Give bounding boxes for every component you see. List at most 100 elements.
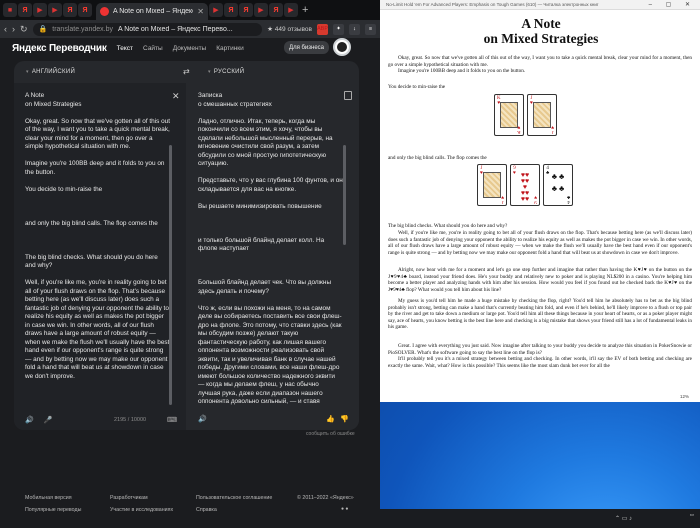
tab-pinned[interactable]: ▶ — [33, 3, 47, 17]
target-language-select[interactable]: ▾ РУССКИЙ — [208, 69, 244, 75]
business-button[interactable]: Для бизнеса — [284, 41, 330, 54]
nav-sites[interactable]: Сайты — [143, 45, 163, 52]
url-page-title: A Note on Mixed – Яндекс Перево... — [117, 25, 233, 33]
card-nine-hearts: 9 ♥ ♥♥ ♥♥ ♥ ♥♥ ♥♥ 9 ♥ — [510, 164, 540, 206]
tab-pinned[interactable]: Я — [78, 3, 92, 17]
reading-progress: 12% — [680, 394, 690, 399]
tab-pinned[interactable]: ▶ — [254, 3, 268, 17]
target-panel: Записка о смешанных стратегиях Ладно, от… — [188, 83, 359, 430]
address-bar: ‹ › ↻ 🔒 translate.yandex.by A Note on Mi… — [0, 20, 380, 38]
card-jack-hearts: J ♥ J ♥ — [477, 164, 507, 206]
extension-icon[interactable]: ✦ — [333, 23, 344, 35]
url-input[interactable]: 🔒 translate.yandex.by A Note on Mixed – … — [32, 22, 263, 36]
source-language-label: АНГЛИЙСКИЙ — [31, 69, 76, 75]
back-icon[interactable]: ‹ — [4, 24, 7, 34]
translation-output: Записка о смешанных стратегиях Ладно, от… — [198, 92, 343, 405]
paragraph: and only the big blind calls. The flop c… — [388, 155, 487, 161]
yandex-translate-logo[interactable]: Яндекс Переводчик — [12, 43, 107, 54]
card-king-hearts: K ♥ K ♥ — [494, 94, 524, 136]
footer-link-popular[interactable]: Популярные переводы — [25, 507, 81, 513]
tray-icons[interactable]: ⌃ ▭ ♪ — [615, 515, 632, 522]
adblock-extension-icon[interactable]: ABP — [317, 23, 328, 35]
window-controls-icon[interactable]: – ▢ ✕ — [649, 1, 696, 8]
speaker-icon[interactable]: 🔊 — [25, 416, 34, 424]
paragraph: Imagine you're 100BB deep and it folds t… — [398, 68, 526, 74]
reload-icon[interactable]: ↻ — [20, 24, 28, 35]
paragraph: You decide to min-raise the — [388, 84, 446, 90]
tab-active[interactable]: A Note on Mixed – Яндекс Перево... ✕ — [96, 3, 208, 20]
jack-face-icon — [483, 172, 501, 198]
yandex-favicon-icon — [100, 7, 109, 16]
source-textarea[interactable]: A Note on Mixed Strategies Okay, great. … — [25, 92, 170, 410]
card-four-clubs: 4 ♣ ♣ ♣ ♣ ♣ 4 ♣ — [543, 164, 573, 206]
download-icon[interactable]: ↓ — [349, 23, 360, 35]
chevron-down-icon: ▾ — [26, 69, 29, 75]
source-scrollbar[interactable] — [169, 145, 172, 405]
swap-languages-icon[interactable]: ⇄ — [183, 67, 190, 76]
chapter-title: A Note on Mixed Strategies — [483, 16, 599, 46]
paragraph: The big blind checks. What should you do… — [388, 223, 508, 229]
reader-title-bar: No-Limit Hold 'em For Advanced Players: … — [380, 0, 700, 10]
thumbs-up-icon[interactable]: 👍 — [326, 415, 335, 423]
tab-pinned[interactable]: ▶ — [48, 3, 62, 17]
card-rank: J ♥ — [501, 194, 504, 204]
reviews-badge[interactable]: ★ 449 отзывов — [267, 25, 312, 33]
footer-link-developers[interactable]: Разработчикам — [110, 495, 173, 501]
tab-pinned[interactable]: ▶ — [209, 3, 223, 17]
tab-pinned[interactable]: Я — [63, 3, 77, 17]
browser-window: ■ Я ▶ ▶ Я Я A Note on Mixed – Яндекс Пер… — [0, 0, 380, 528]
report-error-link[interactable]: сообщить об ошибке — [306, 431, 355, 437]
king-face-icon — [500, 102, 518, 128]
menu-icon[interactable]: ≡ — [365, 23, 376, 35]
screen: ■ Я ▶ ▶ Я Я A Note on Mixed – Яндекс Пер… — [0, 0, 700, 528]
nav-documents[interactable]: Документы — [173, 45, 207, 52]
target-footer: 🔊 👍 👎 — [198, 415, 353, 425]
thumbs-down-icon[interactable]: 👎 — [340, 415, 349, 423]
tab-pinned[interactable]: ▶ — [284, 3, 298, 17]
speaker-icon[interactable]: 🔊 — [198, 415, 207, 423]
tab-pinned[interactable]: Я — [18, 3, 32, 17]
source-panel: A Note on Mixed Strategies Okay, great. … — [14, 83, 186, 430]
tab-pinned[interactable]: Я — [239, 3, 253, 17]
reader-window-title: No-Limit Hold 'em For Advanced Players: … — [386, 2, 599, 7]
source-footer: 🔊 🎤 — [25, 415, 175, 425]
card-rank: K ♥ — [517, 124, 521, 134]
paragraph: Well, if you're like me, you're in reali… — [388, 230, 692, 256]
url-domain: translate.yandex.by — [52, 25, 113, 33]
paragraph: Great. I agree with everything you just … — [388, 343, 692, 356]
translator-card: ▾ АНГЛИЙСКИЙ ⇄ ▾ РУССКИЙ A Note on Mixed S… — [14, 61, 359, 430]
microphone-icon[interactable]: 🎤 — [44, 416, 53, 424]
clear-text-icon[interactable]: ✕ — [172, 91, 180, 102]
forward-icon[interactable]: › — [12, 24, 15, 34]
source-language-select[interactable]: ▾ АНГЛИЙСКИЙ — [26, 69, 75, 75]
nav-images[interactable]: Картинки — [216, 45, 244, 52]
avatar[interactable] — [333, 38, 351, 56]
chevron-down-icon: ▾ — [208, 69, 211, 75]
tab-pinned[interactable]: Я — [224, 3, 238, 17]
footer-link-research[interactable]: Участие в исследованиях — [110, 507, 173, 513]
paragraph: My guess is you'd tell him he made a hug… — [388, 298, 692, 330]
footer-link-help[interactable]: Справка — [196, 507, 272, 513]
footer-link-agreement[interactable]: Пользовательское соглашение — [196, 495, 272, 501]
nav-text[interactable]: Текст — [117, 45, 133, 52]
target-scrollbar[interactable] — [343, 145, 346, 245]
card-rank: 4 ♣ — [566, 194, 570, 204]
character-counter: 2195 / 10000 — [114, 417, 147, 423]
card-jack-hearts: J ♥ J ♥ — [527, 94, 557, 136]
footer-link-mobile[interactable]: Мобильная версия — [25, 495, 81, 501]
target-language-label: РУССКИЙ — [213, 69, 245, 75]
paragraph: It'll probably tell you it's a mixed str… — [388, 356, 692, 369]
paragraph: Okay, great. So now that we've gotten al… — [388, 55, 692, 68]
ebook-reader-window: No-Limit Hold 'em For Advanced Players: … — [380, 0, 700, 402]
social-icon[interactable]: ● ● — [341, 506, 348, 512]
club-pips-icon: ♣ ♣ ♣ ♣ — [551, 172, 565, 193]
copy-icon[interactable] — [344, 91, 352, 100]
tab-strip: ■ Я ▶ ▶ Я Я A Note on Mixed – Яндекс Пер… — [0, 0, 380, 20]
tab-pinned[interactable]: Я — [269, 3, 283, 17]
keyboard-icon[interactable]: ⌨ — [167, 416, 177, 424]
clock[interactable]: ▭ — [690, 512, 694, 518]
jack-face-icon — [533, 102, 551, 128]
tab-pinned[interactable]: ■ — [3, 3, 17, 17]
close-tab-icon[interactable]: ✕ — [197, 7, 204, 16]
new-tab-icon[interactable]: + — [302, 4, 308, 16]
